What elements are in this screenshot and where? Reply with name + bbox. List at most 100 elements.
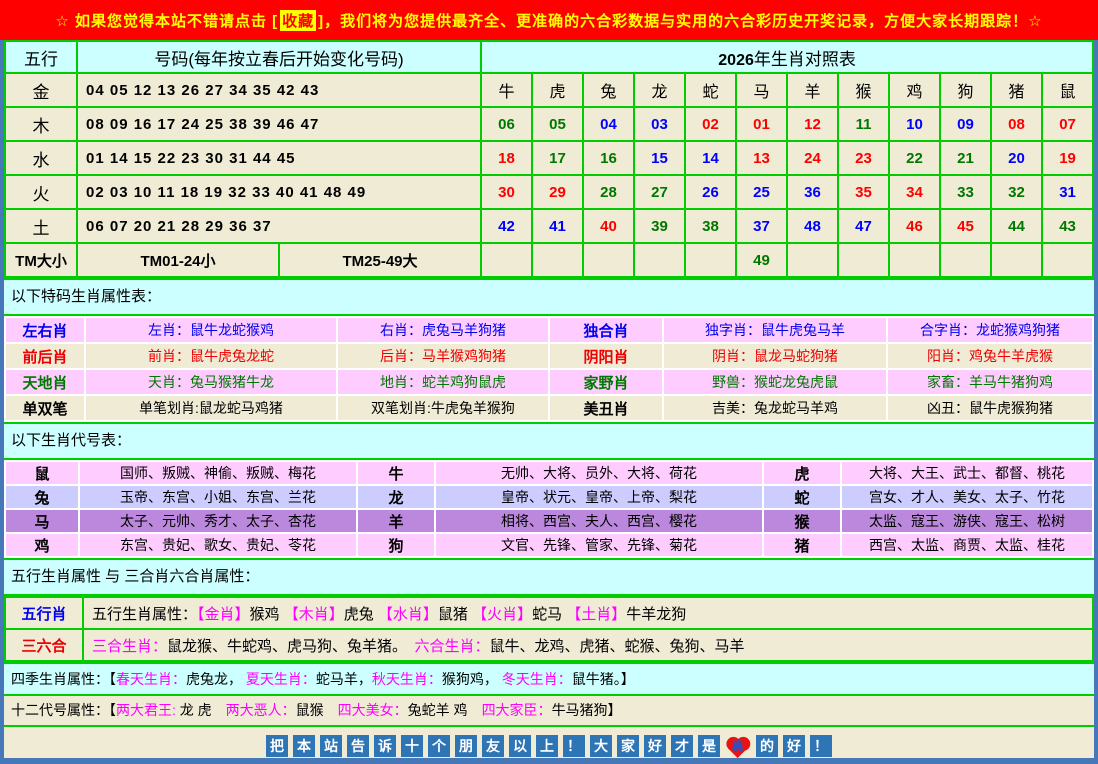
slogan-heart-box: 真 <box>725 733 751 759</box>
tm-label: TM大小 <box>6 244 76 276</box>
attribute-value: 家畜：羊马牛猪狗鸡 <box>888 370 1092 394</box>
text-segment: 春天生肖： <box>116 671 186 687</box>
header-year-number: 2026 <box>718 52 754 69</box>
attribute-label: 美丑肖 <box>550 396 662 420</box>
slogan-char-box: 上 <box>536 735 558 757</box>
zodiac-number: 27 <box>635 176 684 208</box>
zodiac-number: 42 <box>482 210 531 242</box>
element-label: 木 <box>6 108 76 140</box>
attribute-value: 右肖：虎兔马羊狗猪 <box>338 318 548 342</box>
main-table-body: 金04 05 12 13 26 27 34 35 42 43牛虎兔龙蛇马羊猴鸡狗… <box>6 74 1092 276</box>
zodiac-number: 09 <box>941 108 990 140</box>
codes-row: 马太子、元帅、秀才、太子、杏花羊相将、西宫、夫人、西宫、樱花猴太监、寇王、游侠、… <box>6 510 1092 532</box>
codes-zodiac-label: 鼠 <box>6 462 78 484</box>
text-segment: 虎兔 <box>344 606 378 623</box>
codes-value: 相将、西宫、夫人、西宫、樱花 <box>436 510 762 532</box>
zodiac-number: 41 <box>533 210 582 242</box>
slogan-char-box: 诉 <box>374 735 396 757</box>
tm-zodiac-cell <box>1043 244 1092 276</box>
zodiac-number: 06 <box>482 108 531 140</box>
zodiac-label: 羊 <box>788 74 837 106</box>
element-row: 木08 09 16 17 24 25 38 39 46 470605040302… <box>6 108 1092 140</box>
text-segment: 鼠龙猴、牛蛇鸡、虎马狗、兔羊猪。 <box>167 638 415 655</box>
element-numbers: 06 07 20 21 28 29 36 37 <box>78 210 480 242</box>
slogan-char-box: ！ <box>810 735 832 757</box>
slogan-char-box: 家 <box>617 735 639 757</box>
text-segment: 龙 虎 <box>180 702 226 718</box>
tm-zodiac-cell <box>686 244 735 276</box>
text-segment: 牛马猪狗】 <box>552 702 622 718</box>
zodiac-number: 21 <box>941 142 990 174</box>
zodiac-number: 25 <box>737 176 786 208</box>
zodiac-label: 狗 <box>941 74 990 106</box>
wuxing-content: 三合生肖：鼠龙猴、牛蛇鸡、虎马狗、兔羊猪。 六合生肖：鼠牛、龙鸡、虎猪、蛇猴、兔… <box>84 630 1092 660</box>
zodiac-number: 47 <box>839 210 888 242</box>
text-segment: 牛羊龙狗 <box>626 606 686 623</box>
text-segment: 【金肖】 <box>197 606 250 623</box>
section-title-codes: 以下生肖代号表： <box>4 422 1094 460</box>
wuxing-label: 三六合 <box>6 630 82 660</box>
zodiac-number: 36 <box>788 176 837 208</box>
tm-zodiac-cell <box>941 244 990 276</box>
header-year-suffix: 年生肖对照表 <box>754 50 856 69</box>
codes-value: 皇帝、状元、皇帝、上帝、梨花 <box>436 486 762 508</box>
wuxing-sanhe-table: 五行肖五行生肖属性：【金肖】猴鸡 【木肖】虎兔 【水肖】鼠猪 【火肖】蛇马 【土… <box>4 596 1094 662</box>
tm-zodiac-cell <box>635 244 684 276</box>
zodiac-attributes-table: 左右肖左肖：鼠牛龙蛇猴鸡右肖：虎兔马羊狗猪独合肖独字肖：鼠牛虎兔马羊合字肖：龙蛇… <box>4 316 1094 422</box>
header-zodiac-year: 2026年生肖对照表 <box>482 42 1092 72</box>
codes-value: 无帅、大将、员外、大将、荷花 <box>436 462 762 484</box>
zodiac-label: 猪 <box>992 74 1041 106</box>
bottom-slogan-bar: 把本站告诉十个朋友以上！大家好才是真的好！ <box>4 727 1094 758</box>
slogan-char-box: 的 <box>756 735 778 757</box>
zodiac-number: 23 <box>839 142 888 174</box>
zodiac-number: 39 <box>635 210 684 242</box>
zodiac-number: 35 <box>839 176 888 208</box>
wuxing-content: 五行生肖属性：【金肖】猴鸡 【木肖】虎兔 【水肖】鼠猪 【火肖】蛇马 【土肖】牛… <box>84 598 1092 628</box>
slogan-char-box: 把 <box>266 735 288 757</box>
attribute-value: 凶丑：鼠牛虎猴狗猪 <box>888 396 1092 420</box>
zodiac-label: 牛 <box>482 74 531 106</box>
codes-value: 宫女、才人、美女、太子、竹花 <box>842 486 1092 508</box>
attribute-label: 前后肖 <box>6 344 84 368</box>
element-row: 火02 03 10 11 18 19 32 33 40 41 48 493029… <box>6 176 1092 208</box>
text-segment: 虎兔龙， <box>186 671 246 687</box>
slogan-char-box: 十 <box>401 735 423 757</box>
zodiac-number: 24 <box>788 142 837 174</box>
header-numbers: 号码(每年按立春后开始变化号码) <box>78 42 480 72</box>
zodiac-number: 26 <box>686 176 735 208</box>
favorite-link[interactable]: 收藏 <box>280 10 316 31</box>
text-segment: 猴狗鸡， <box>442 671 502 687</box>
wuxing-row: 五行肖五行生肖属性：【金肖】猴鸡 【木肖】虎兔 【水肖】鼠猪 【火肖】蛇马 【土… <box>6 598 1092 628</box>
slogan-char-box: 大 <box>590 735 612 757</box>
attribute-value: 独字肖：鼠牛虎兔马羊 <box>664 318 886 342</box>
text-segment: 【土肖】 <box>566 606 626 623</box>
text-segment: 【水肖】 <box>378 606 438 623</box>
attribute-label: 家野肖 <box>550 370 662 394</box>
text-segment: 鼠牛、龙鸡、虎猪、蛇猴、兔狗、马羊 <box>490 638 745 655</box>
codes-value: 大将、大王、武士、都督、桃花 <box>842 462 1092 484</box>
tm-zodiac-cell <box>788 244 837 276</box>
slogan-char-box: 站 <box>320 735 342 757</box>
text-segment: 鼠猴 <box>296 702 338 718</box>
zodiac-number: 46 <box>890 210 939 242</box>
attribute-label: 阴阳肖 <box>550 344 662 368</box>
slogan-char-box: 本 <box>293 735 315 757</box>
text-segment: 秋天生肖： <box>372 671 442 687</box>
zodiac-number: 01 <box>737 108 786 140</box>
tm-small-range: TM01-24小 <box>78 244 278 276</box>
zodiac-number: 20 <box>992 142 1041 174</box>
codes-value: 太监、寇王、游侠、寇王、松树 <box>842 510 1092 532</box>
twelve-codes-row: 十二代号属性：【两大君王: 龙 虎 两大恶人：鼠猴 四大美女：兔蛇羊 鸡 四大家… <box>4 694 1094 727</box>
codes-row: 鼠国师、叛贼、神偷、叛贼、梅花牛无帅、大将、员外、大将、荷花虎大将、大王、武士、… <box>6 462 1092 484</box>
codes-zodiac-label: 牛 <box>358 462 434 484</box>
zodiac-codes-table: 鼠国师、叛贼、神偷、叛贼、梅花牛无帅、大将、员外、大将、荷花虎大将、大王、武士、… <box>4 460 1094 558</box>
attribute-value: 后肖：马羊猴鸡狗猪 <box>338 344 548 368</box>
attribute-value: 野兽：猴蛇龙兔虎鼠 <box>664 370 886 394</box>
codes-value: 东宫、贵妃、歌女、贵妃、苓花 <box>80 534 356 556</box>
zodiac-number: 29 <box>533 176 582 208</box>
zodiac-label: 鸡 <box>890 74 939 106</box>
attribute-label: 左右肖 <box>6 318 84 342</box>
attribute-value: 合字肖：龙蛇猴鸡狗猪 <box>888 318 1092 342</box>
tm-zodiac-cell <box>839 244 888 276</box>
codes-row: 鸡东宫、贵妃、歌女、贵妃、苓花狗文官、先锋、管家、先锋、菊花猪西宫、太监、商贾、… <box>6 534 1092 556</box>
